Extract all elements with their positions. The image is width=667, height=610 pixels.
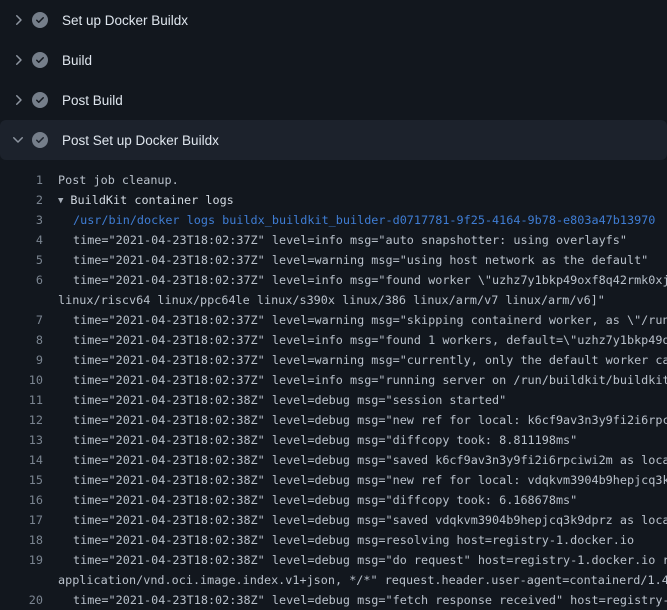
log-text: linux/riscv64 linux/ppc64le linux/s390x … bbox=[43, 290, 605, 310]
log-text: time="2021-04-23T18:02:38Z" level=debug … bbox=[43, 510, 667, 530]
log-line: 19time="2021-04-23T18:02:38Z" level=debu… bbox=[0, 550, 667, 570]
log-lines: 1Post job cleanup.2 ▼ BuildKit container l… bbox=[0, 160, 667, 610]
line-number[interactable]: 4 bbox=[0, 230, 43, 250]
log-line: 20time="2021-04-23T18:02:38Z" level=debu… bbox=[0, 590, 667, 610]
line-number[interactable]: 14 bbox=[0, 450, 43, 470]
line-number[interactable]: 17 bbox=[0, 510, 43, 530]
log-line: 3/usr/bin/docker logs buildx_buildkit_bu… bbox=[0, 210, 667, 230]
step-header-setup-docker-buildx[interactable]: Set up Docker Buildx bbox=[0, 0, 667, 40]
log-text: time="2021-04-23T18:02:38Z" level=debug … bbox=[43, 430, 577, 450]
log-line: 7time="2021-04-23T18:02:37Z" level=warni… bbox=[0, 310, 667, 330]
line-number[interactable]: 2 bbox=[0, 190, 43, 210]
log-text: time="2021-04-23T18:02:38Z" level=debug … bbox=[43, 530, 634, 550]
line-number[interactable]: 16 bbox=[0, 490, 43, 510]
line-number[interactable]: 3 bbox=[0, 210, 43, 230]
log-text: application/vnd.oci.image.index.v1+json,… bbox=[43, 570, 667, 590]
check-circle-icon bbox=[32, 12, 48, 28]
log-text: time="2021-04-23T18:02:38Z" level=debug … bbox=[43, 390, 506, 410]
log-line: linux/riscv64 linux/ppc64le linux/s390x … bbox=[0, 290, 667, 310]
log-text: time="2021-04-23T18:02:38Z" level=debug … bbox=[43, 410, 667, 430]
log-text: time="2021-04-23T18:02:38Z" level=debug … bbox=[43, 590, 667, 610]
log-text: time="2021-04-23T18:02:37Z" level=info m… bbox=[43, 370, 667, 390]
log-text: time="2021-04-23T18:02:38Z" level=debug … bbox=[43, 550, 667, 570]
log-text: time="2021-04-23T18:02:37Z" level=warnin… bbox=[43, 250, 648, 270]
step-header-post-build[interactable]: Post Build bbox=[0, 80, 667, 120]
log-line: 5time="2021-04-23T18:02:37Z" level=warni… bbox=[0, 250, 667, 270]
line-number[interactable]: 6 bbox=[0, 270, 43, 290]
log-line: 16time="2021-04-23T18:02:38Z" level=debu… bbox=[0, 490, 667, 510]
log-line: 14time="2021-04-23T18:02:38Z" level=debu… bbox=[0, 450, 667, 470]
log-text: Post job cleanup. bbox=[43, 170, 179, 190]
line-number[interactable]: 11 bbox=[0, 390, 43, 410]
log-line: 8time="2021-04-23T18:02:37Z" level=info … bbox=[0, 330, 667, 350]
log-line: 18time="2021-04-23T18:02:38Z" level=debu… bbox=[0, 530, 667, 550]
step-title: Post Build bbox=[62, 93, 123, 108]
log-line: 13time="2021-04-23T18:02:38Z" level=debu… bbox=[0, 430, 667, 450]
step-title: Post Set up Docker Buildx bbox=[62, 133, 219, 148]
line-number[interactable]: 5 bbox=[0, 250, 43, 270]
log-line: 9time="2021-04-23T18:02:37Z" level=warni… bbox=[0, 350, 667, 370]
line-number[interactable]: 8 bbox=[0, 330, 43, 350]
line-number[interactable]: 7 bbox=[0, 310, 43, 330]
group-toggle-icon[interactable]: ▼ bbox=[58, 196, 63, 206]
log-text: time="2021-04-23T18:02:38Z" level=debug … bbox=[43, 490, 577, 510]
log-text: time="2021-04-23T18:02:37Z" level=info m… bbox=[43, 230, 627, 250]
log-text: time="2021-04-23T18:02:38Z" level=debug … bbox=[43, 470, 667, 490]
log-line: 6time="2021-04-23T18:02:37Z" level=info … bbox=[0, 270, 667, 290]
line-number[interactable]: 15 bbox=[0, 470, 43, 490]
line-number[interactable]: 20 bbox=[0, 590, 43, 610]
group-title: BuildKit container logs bbox=[70, 193, 233, 207]
step-header-post-setup-docker-buildx[interactable]: Post Set up Docker Buildx bbox=[0, 120, 667, 160]
log-text: time="2021-04-23T18:02:37Z" level=warnin… bbox=[43, 310, 667, 330]
log-group-header[interactable]: ▼ BuildKit container logs bbox=[43, 190, 234, 210]
log-line: 11time="2021-04-23T18:02:38Z" level=debu… bbox=[0, 390, 667, 410]
steps-list: Set up Docker Buildx Build Post Build Po… bbox=[0, 0, 667, 160]
log-line: 15time="2021-04-23T18:02:38Z" level=debu… bbox=[0, 470, 667, 490]
log-text: time="2021-04-23T18:02:38Z" level=debug … bbox=[43, 450, 667, 470]
log-line: 12time="2021-04-23T18:02:38Z" level=debu… bbox=[0, 410, 667, 430]
log-text: time="2021-04-23T18:02:37Z" level=info m… bbox=[43, 270, 667, 290]
line-number bbox=[0, 570, 43, 590]
log-text: time="2021-04-23T18:02:37Z" level=warnin… bbox=[43, 350, 667, 370]
command-text: /usr/bin/docker logs buildx_buildkit_bui… bbox=[43, 210, 655, 230]
step-title: Build bbox=[62, 53, 92, 68]
log-line: 2 ▼ BuildKit container logs bbox=[0, 190, 667, 210]
log-text: time="2021-04-23T18:02:37Z" level=info m… bbox=[43, 330, 667, 350]
log-line: 10time="2021-04-23T18:02:37Z" level=info… bbox=[0, 370, 667, 390]
log-line: 4time="2021-04-23T18:02:37Z" level=info … bbox=[0, 230, 667, 250]
line-number[interactable]: 1 bbox=[0, 170, 43, 190]
log-line: 17time="2021-04-23T18:02:38Z" level=debu… bbox=[0, 510, 667, 530]
log-line: 1Post job cleanup. bbox=[0, 170, 667, 190]
line-number[interactable]: 12 bbox=[0, 410, 43, 430]
log-line: application/vnd.oci.image.index.v1+json,… bbox=[0, 570, 667, 590]
chevron-right-icon bbox=[10, 92, 26, 108]
check-circle-icon bbox=[32, 52, 48, 68]
step-header-build[interactable]: Build bbox=[0, 40, 667, 80]
line-number[interactable]: 9 bbox=[0, 350, 43, 370]
line-number[interactable]: 13 bbox=[0, 430, 43, 450]
chevron-down-icon bbox=[10, 132, 26, 148]
line-number bbox=[0, 290, 43, 310]
chevron-right-icon bbox=[10, 12, 26, 28]
check-circle-icon bbox=[32, 92, 48, 108]
line-number[interactable]: 10 bbox=[0, 370, 43, 390]
line-number[interactable]: 19 bbox=[0, 550, 43, 570]
step-title: Set up Docker Buildx bbox=[62, 13, 188, 28]
line-number[interactable]: 18 bbox=[0, 530, 43, 550]
chevron-right-icon bbox=[10, 52, 26, 68]
check-circle-icon bbox=[32, 132, 48, 148]
